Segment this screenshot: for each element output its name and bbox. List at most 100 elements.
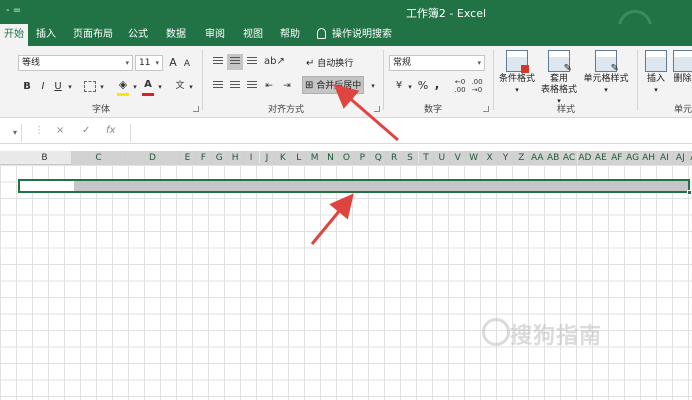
- name-box[interactable]: ▾: [0, 124, 22, 142]
- number-dialog-launcher[interactable]: [483, 106, 489, 112]
- increase-indent-icon[interactable]: ⇥: [280, 79, 294, 93]
- font-dialog-launcher[interactable]: [193, 106, 199, 112]
- align-right-icon[interactable]: [244, 78, 260, 94]
- chevron-down-icon[interactable]: ▾: [369, 79, 377, 93]
- cell-styles-button[interactable]: ✎ 单元格样式 ▾: [582, 50, 630, 96]
- column-header-z[interactable]: Z: [513, 151, 530, 165]
- column-header-ac[interactable]: AC: [561, 151, 578, 165]
- column-header-f[interactable]: F: [195, 151, 212, 165]
- column-header-l[interactable]: L: [291, 151, 308, 165]
- column-header-t[interactable]: T: [418, 151, 435, 165]
- column-header-r[interactable]: R: [386, 151, 403, 165]
- currency-icon[interactable]: ¥: [392, 79, 406, 93]
- underline-button[interactable]: U: [53, 80, 63, 94]
- conditional-formatting-button[interactable]: 条件格式 ▾: [498, 50, 536, 96]
- chevron-down-icon[interactable]: ▾: [131, 80, 139, 94]
- grow-font-icon[interactable]: A: [167, 56, 179, 70]
- align-top-icon[interactable]: [210, 54, 226, 70]
- fill-handle[interactable]: [687, 190, 692, 195]
- wrap-text-icon: ↵: [306, 58, 315, 69]
- align-center-icon[interactable]: [227, 78, 243, 94]
- column-header-o[interactable]: O: [339, 151, 355, 165]
- column-header-j[interactable]: J: [259, 151, 276, 165]
- column-header-n[interactable]: N: [323, 151, 339, 165]
- chevron-down-icon[interactable]: ▾: [98, 80, 106, 94]
- column-header-v[interactable]: V: [450, 151, 467, 165]
- bold-button[interactable]: B: [22, 80, 32, 94]
- selected-range[interactable]: [18, 179, 692, 195]
- column-header-q[interactable]: Q: [370, 151, 387, 165]
- phonetic-guide-icon[interactable]: 文: [173, 79, 187, 93]
- column-header-e[interactable]: E: [180, 151, 196, 165]
- column-header-aa[interactable]: AA: [529, 151, 546, 165]
- shrink-font-icon[interactable]: A: [181, 57, 193, 71]
- column-header-m[interactable]: M: [307, 151, 324, 165]
- font-color-icon[interactable]: A: [142, 78, 154, 92]
- italic-button[interactable]: I: [38, 80, 48, 94]
- font-name-dropdown[interactable]: 等线 ▾: [18, 55, 133, 71]
- align-left-icon[interactable]: [210, 78, 226, 94]
- column-header-ah[interactable]: AH: [641, 151, 657, 165]
- column-header-k[interactable]: K: [275, 151, 292, 165]
- tab-home[interactable]: 开始: [0, 24, 28, 46]
- font-name-value: 等线: [22, 58, 41, 68]
- column-header-w[interactable]: W: [466, 151, 483, 165]
- tab-review[interactable]: 审阅: [201, 24, 229, 46]
- alignment-dialog-launcher[interactable]: [374, 106, 380, 112]
- column-header-x[interactable]: X: [482, 151, 498, 165]
- column-header-h[interactable]: H: [227, 151, 244, 165]
- chevron-down-icon[interactable]: ▾: [406, 80, 414, 94]
- tab-insert[interactable]: 插入: [32, 24, 60, 46]
- number-format-dropdown[interactable]: 常规 ▾: [389, 55, 485, 71]
- column-header-ae[interactable]: AE: [593, 151, 610, 165]
- align-middle-icon[interactable]: [227, 54, 243, 70]
- comma-style-button[interactable]: ,: [432, 77, 442, 91]
- format-as-table-icon: ✎: [548, 50, 572, 74]
- worksheet-grid[interactable]: [0, 165, 692, 400]
- increase-decimal-icon[interactable]: ←0.00: [452, 78, 468, 94]
- column-header-ag[interactable]: AG: [625, 151, 642, 165]
- insert-cells-button[interactable]: 插入 ▾: [643, 50, 669, 96]
- tab-page-layout[interactable]: 页面布局: [69, 24, 117, 46]
- column-header-ab[interactable]: AB: [545, 151, 562, 165]
- decrease-indent-icon[interactable]: ⇤: [262, 79, 276, 93]
- tab-help[interactable]: 帮助: [276, 24, 304, 46]
- tab-data[interactable]: 数据: [162, 24, 190, 46]
- percent-button[interactable]: %: [417, 79, 429, 93]
- format-as-table-button[interactable]: ✎ 套用 表格格式 ▾: [538, 50, 580, 107]
- column-header-aj[interactable]: AJ: [672, 151, 689, 165]
- insert-cells-label: 插入: [646, 74, 665, 84]
- merge-center-button[interactable]: ⊞ 合并后居中: [302, 76, 365, 94]
- tell-me-search[interactable]: 操作说明搜索: [317, 24, 396, 46]
- column-header-ad[interactable]: AD: [577, 151, 594, 165]
- fill-color-icon[interactable]: ◈: [117, 78, 129, 92]
- column-header-af[interactable]: AF: [609, 151, 626, 165]
- wrap-text-button[interactable]: ↵ 自动换行: [303, 54, 356, 72]
- column-header-p[interactable]: P: [354, 151, 371, 165]
- chevron-down-icon[interactable]: ▾: [187, 80, 195, 94]
- delete-cells-button[interactable]: 删除: [673, 50, 692, 85]
- formula-input[interactable]: [130, 124, 690, 142]
- orientation-icon[interactable]: ab↗: [264, 55, 285, 69]
- column-header-i[interactable]: I: [243, 151, 260, 165]
- tab-formulas[interactable]: 公式: [124, 24, 152, 46]
- chevron-down-icon[interactable]: ▾: [66, 80, 74, 94]
- column-header-s[interactable]: S: [402, 151, 419, 165]
- column-header-b[interactable]: B: [18, 151, 72, 165]
- cancel-icon[interactable]: ×: [56, 125, 64, 136]
- column-header-ai[interactable]: AI: [657, 151, 673, 165]
- decrease-decimal-icon[interactable]: .00 →0: [469, 78, 485, 94]
- tab-view[interactable]: 视图: [239, 24, 267, 46]
- font-size-dropdown[interactable]: 11 ▾: [135, 55, 163, 71]
- column-header-u[interactable]: U: [434, 151, 451, 165]
- borders-icon[interactable]: [84, 81, 96, 92]
- insert-function-icon[interactable]: fx: [106, 125, 115, 136]
- enter-icon[interactable]: ✓: [82, 125, 90, 136]
- column-header-g[interactable]: G: [211, 151, 228, 165]
- column-header-y[interactable]: Y: [498, 151, 514, 165]
- font-color-swatch: [142, 93, 154, 96]
- column-header-d[interactable]: D: [126, 151, 180, 165]
- column-header-c[interactable]: C: [72, 151, 126, 165]
- align-bottom-icon[interactable]: [244, 54, 260, 70]
- chevron-down-icon[interactable]: ▾: [156, 80, 164, 94]
